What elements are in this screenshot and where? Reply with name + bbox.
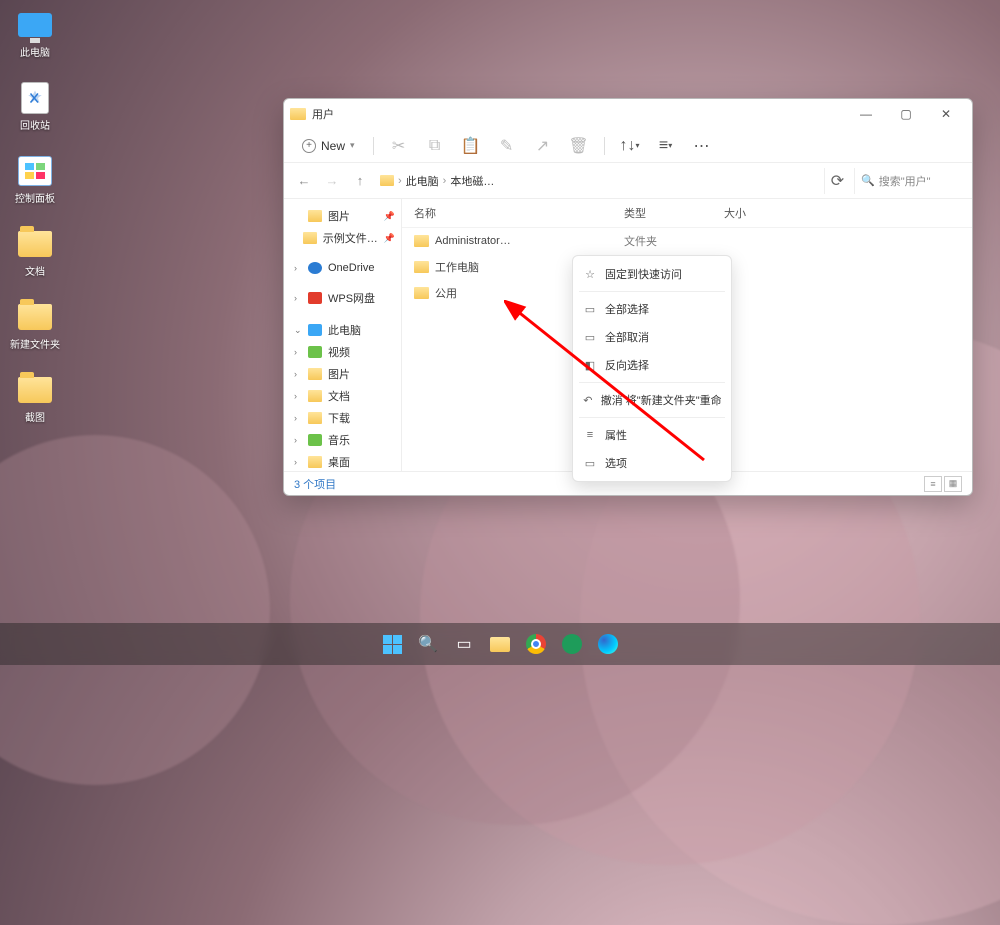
desktop-icon-folder[interactable]: 新建文件夹 [6, 300, 64, 351]
cut-icon[interactable]: ✂ [384, 133, 414, 159]
sidebar-item[interactable]: ›桌面 [284, 451, 401, 471]
taskbar-search[interactable]: 🔍 [413, 629, 443, 659]
folder-icon [414, 235, 429, 247]
sort-button[interactable]: ↑↓ ▾ [615, 133, 645, 159]
undo-icon: ↶ [583, 393, 593, 407]
menu-invert-selection[interactable]: ◧反向选择 [573, 351, 731, 379]
desktop-icon-folder[interactable]: 截图 [6, 373, 64, 424]
minimize-button[interactable]: ― [846, 100, 886, 128]
sidebar-item-this-pc[interactable]: ⌄此电脑 [284, 319, 401, 341]
column-headers[interactable]: 名称 类型 大小 [402, 199, 972, 228]
taskbar-taskview[interactable]: ▭ [449, 629, 479, 659]
file-list: 名称 类型 大小 Administrator…文件夹 工作电脑文件夹 公用文件夹… [402, 199, 972, 471]
sidebar-item-onedrive[interactable]: ›OneDrive [284, 259, 401, 277]
refresh-button[interactable]: ⟳ [824, 168, 850, 194]
desktop-icon-control-panel[interactable]: 控制面板 [6, 154, 64, 205]
window-title: 用户 [312, 106, 334, 122]
address-bar: ← → ↑ › 此电脑› 本地磁… ⟳ 🔍 搜索"用户" [284, 163, 972, 199]
sidebar-item[interactable]: ›文档 [284, 385, 401, 407]
menu-select-all[interactable]: ▭全部选择 [573, 295, 731, 323]
select-all-icon: ▭ [583, 302, 597, 316]
sidebar-item[interactable]: 图片📌 [284, 205, 401, 227]
view-grid-icon[interactable]: ▦ [944, 476, 962, 492]
sidebar: 图片📌 示例文件…📌 ›OneDrive ›WPS网盘 ⌄此电脑 ›视频 ›图片… [284, 199, 402, 471]
sidebar-item[interactable]: ›下载 [284, 407, 401, 429]
new-button[interactable]: +New▾ [294, 135, 363, 157]
paste-icon[interactable]: 📋 [456, 133, 486, 159]
file-row[interactable]: Administrator…文件夹 [402, 228, 972, 254]
rename-icon[interactable]: ✎ [492, 133, 522, 159]
select-none-icon: ▭ [583, 330, 597, 344]
share-icon[interactable]: ↗ [528, 133, 558, 159]
view-button[interactable]: ≡ ▾ [651, 133, 681, 159]
taskbar-chrome[interactable] [521, 629, 551, 659]
start-button[interactable] [377, 629, 407, 659]
breadcrumb[interactable]: › 此电脑› 本地磁… [376, 170, 498, 192]
menu-properties[interactable]: ≡属性 [573, 421, 731, 449]
wallpaper-petal [0, 435, 270, 785]
search-input[interactable]: 🔍 搜索"用户" [854, 168, 964, 194]
forward-button[interactable]: → [320, 169, 344, 193]
desktop-icon-recycle-bin[interactable]: 回收站 [6, 81, 64, 132]
taskbar-explorer[interactable] [485, 629, 515, 659]
more-button[interactable]: ⋯ [687, 133, 717, 159]
menu-options[interactable]: ▭选项 [573, 449, 731, 477]
desktop-icon-folder[interactable]: 文档 [6, 227, 64, 278]
file-explorer-window: 用户 ― ▢ ✕ +New▾ ✂ ⧉ 📋 ✎ ↗ 🗑 ↑↓ ▾ ≡ ▾ ⋯ ← … [283, 98, 973, 496]
toolbar: +New▾ ✂ ⧉ 📋 ✎ ↗ 🗑 ↑↓ ▾ ≡ ▾ ⋯ [284, 129, 972, 163]
folder-icon [380, 175, 394, 186]
item-count: 3 个项目 [294, 476, 336, 492]
back-button[interactable]: ← [292, 169, 316, 193]
options-icon: ▭ [583, 456, 597, 470]
view-details-icon[interactable]: ≡ [924, 476, 942, 492]
close-button[interactable]: ✕ [926, 100, 966, 128]
folder-icon [414, 261, 429, 273]
folder-icon [290, 108, 306, 120]
folder-icon [414, 287, 429, 299]
taskbar-edge[interactable] [593, 629, 623, 659]
delete-icon[interactable]: 🗑 [564, 133, 594, 159]
sidebar-item-wps[interactable]: ›WPS网盘 [284, 287, 401, 309]
context-menu: ☆固定到快速访问 ▭全部选择 ▭全部取消 ◧反向选择 ↶撤消 将"新建文件夹"重… [572, 255, 732, 482]
titlebar[interactable]: 用户 ― ▢ ✕ [284, 99, 972, 129]
menu-pin-quick-access[interactable]: ☆固定到快速访问 [573, 260, 731, 288]
copy-icon[interactable]: ⧉ [420, 133, 450, 159]
properties-icon: ≡ [583, 428, 597, 442]
sidebar-item[interactable]: ›音乐 [284, 429, 401, 451]
taskbar-app[interactable] [557, 629, 587, 659]
sidebar-item[interactable]: 示例文件…📌 [284, 227, 401, 249]
up-button[interactable]: ↑ [348, 169, 372, 193]
menu-undo[interactable]: ↶撤消 将"新建文件夹"重命名为"图片" [573, 386, 731, 414]
invert-icon: ◧ [583, 358, 597, 372]
sidebar-item[interactable]: ›图片 [284, 363, 401, 385]
desktop-icon-this-pc[interactable]: 此电脑 [6, 8, 64, 59]
taskbar: 🔍 ▭ [0, 623, 1000, 665]
sidebar-item[interactable]: ›视频 [284, 341, 401, 363]
star-icon: ☆ [583, 267, 597, 281]
menu-select-none[interactable]: ▭全部取消 [573, 323, 731, 351]
desktop-icons: 此电脑 回收站 控制面板 文档 新建文件夹 截图 [6, 8, 64, 424]
maximize-button[interactable]: ▢ [886, 100, 926, 128]
